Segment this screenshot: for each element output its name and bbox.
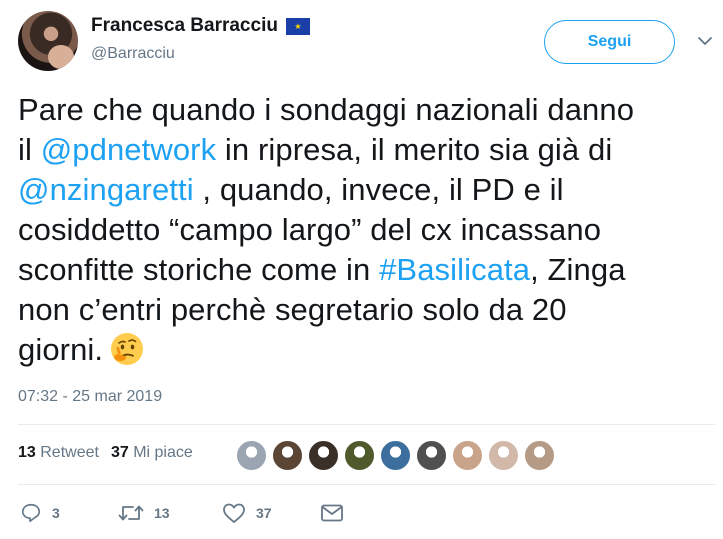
follow-button[interactable]: Segui bbox=[544, 20, 675, 64]
tweet-text-line: @nzingaretti , quando, invece, il PD e i… bbox=[18, 170, 708, 210]
direct-message-button[interactable] bbox=[320, 503, 344, 523]
tweet-text: Pare che quando i sondaggi nazionali dan… bbox=[18, 90, 708, 370]
mention-link[interactable]: @nzingaretti bbox=[18, 172, 194, 207]
liker-avatar[interactable] bbox=[236, 440, 267, 471]
tweet-text-line: non c’entri perchè segretario solo da 20 bbox=[18, 290, 708, 330]
tweet-actions: 3 13 37 bbox=[20, 502, 344, 524]
retweet-stat-count: 13 bbox=[18, 444, 36, 461]
liker-avatar[interactable] bbox=[452, 440, 483, 471]
tweet-text-segment: , Zinga bbox=[530, 252, 626, 287]
retweet-stat[interactable]: 13 Retweet bbox=[18, 444, 99, 462]
liker-avatar[interactable] bbox=[344, 440, 375, 471]
author-name-row[interactable]: Francesca Barracciu bbox=[91, 15, 310, 37]
tweet-text-segment: in ripresa, il merito sia già di bbox=[216, 132, 613, 167]
envelope-icon bbox=[321, 504, 343, 522]
tweet-text-segment: sconfitte storiche come in bbox=[18, 252, 380, 287]
divider-top bbox=[18, 424, 715, 425]
retweet-stat-label: Retweet bbox=[40, 444, 99, 461]
tweet-text-segment: il bbox=[18, 132, 41, 167]
like-stat-label: Mi piace bbox=[133, 444, 193, 461]
heart-icon bbox=[223, 503, 245, 523]
tweet-text-segment: cosiddetto “campo largo” del cx incassan… bbox=[18, 212, 602, 247]
tweet-text-segment: Pare che quando i sondaggi nazionali dan… bbox=[18, 92, 635, 127]
chevron-down-icon[interactable] bbox=[697, 33, 713, 49]
tweet-text-line: cosiddetto “campo largo” del cx incassan… bbox=[18, 210, 708, 250]
tweet-text-line: Pare che quando i sondaggi nazionali dan… bbox=[18, 90, 708, 130]
liker-avatar[interactable] bbox=[272, 440, 303, 471]
liker-avatar[interactable] bbox=[380, 440, 411, 471]
like-count: 37 bbox=[256, 505, 272, 521]
reply-icon bbox=[21, 503, 41, 523]
reply-count: 3 bbox=[52, 505, 60, 521]
hashtag-link[interactable]: #Basilicata bbox=[379, 252, 530, 287]
liker-avatars bbox=[236, 440, 555, 471]
liker-avatar[interactable] bbox=[308, 440, 339, 471]
divider-bottom bbox=[18, 484, 715, 485]
tweet-text-segment: , quando, invece, il PD e il bbox=[193, 172, 564, 207]
liker-avatar[interactable] bbox=[524, 440, 555, 471]
like-stat[interactable]: 37 Mi piace bbox=[111, 444, 193, 462]
tweet-text-line: sconfitte storiche come in #Basilicata, … bbox=[18, 250, 708, 290]
reply-button[interactable]: 3 bbox=[20, 502, 118, 524]
author-avatar[interactable] bbox=[18, 11, 78, 71]
author-display-name[interactable]: Francesca Barracciu bbox=[91, 15, 278, 37]
liker-avatar[interactable] bbox=[488, 440, 519, 471]
tweet-text-line: il @pdnetwork in ripresa, il merito sia … bbox=[18, 130, 708, 170]
mention-link[interactable]: @pdnetwork bbox=[41, 132, 217, 167]
author-username[interactable]: @Barracciu bbox=[91, 45, 175, 63]
liker-avatar[interactable] bbox=[416, 440, 447, 471]
tweet-stats: 13 Retweet 37 Mi piace bbox=[18, 444, 193, 462]
tweet-text-line: giorni. bbox=[18, 330, 708, 370]
like-stat-count: 37 bbox=[110, 444, 129, 461]
retweet-button[interactable]: 13 bbox=[118, 502, 222, 524]
tweet-text-segment: giorni. bbox=[18, 332, 104, 367]
tweet-text-segment: non c’entri perchè segretario solo da 20 bbox=[18, 292, 567, 327]
tweet-timestamp[interactable]: 07:32 - 25 mar 2019 bbox=[18, 388, 162, 406]
retweet-count: 13 bbox=[154, 505, 170, 521]
eu-flag-icon bbox=[285, 17, 310, 35]
thinking-face-icon bbox=[111, 333, 144, 365]
retweet-icon bbox=[118, 505, 144, 521]
like-button[interactable]: 37 bbox=[222, 502, 320, 524]
